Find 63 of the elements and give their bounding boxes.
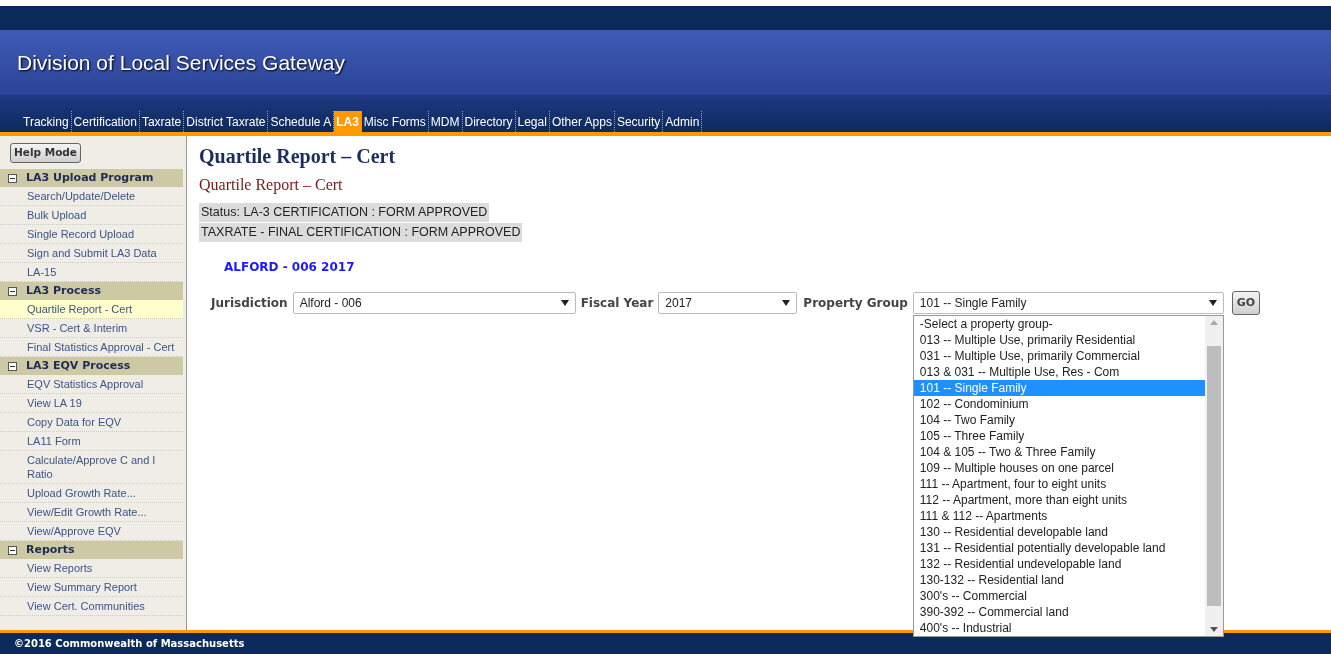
sidebar-section-header[interactable]: LA3 Process xyxy=(0,282,183,300)
sidebar-link[interactable]: VSR - Cert & Interim xyxy=(0,319,183,338)
sidebar-link[interactable]: View Cert. Communities xyxy=(0,597,183,616)
sidebar-link[interactable]: Sign and Submit LA3 Data xyxy=(0,244,183,263)
dropdown-option[interactable]: 013 & 031 -- Multiple Use, Res - Com xyxy=(913,364,1205,380)
dropdown-option[interactable]: 109 -- Multiple houses on one parcel xyxy=(913,460,1205,476)
dropdown-option[interactable]: -Select a property group- xyxy=(913,316,1205,332)
sidebar-link[interactable]: EQV Statistics Approval xyxy=(0,375,183,394)
dropdown-option[interactable]: 013 -- Multiple Use, primarily Residential xyxy=(913,332,1205,348)
status-text: Status: LA-3 CERTIFICATION : FORM APPROVED xyxy=(199,203,490,222)
dropdown-option[interactable]: 031 -- Multiple Use, primarily Commercial xyxy=(913,348,1205,364)
sidebar-link[interactable]: View/Edit Growth Rate... xyxy=(0,503,183,522)
sidebar-link[interactable]: LA11 Form xyxy=(0,432,183,451)
collapse-icon[interactable] xyxy=(8,545,17,555)
dropdown-option[interactable]: 130 -- Residential developable land xyxy=(913,524,1205,540)
collapse-icon[interactable] xyxy=(8,361,17,371)
field-label: Property Group xyxy=(803,295,908,312)
sidebar-link[interactable]: Search/Update/Delete xyxy=(0,187,183,206)
sidebar-section-header[interactable]: Reports xyxy=(0,541,183,559)
sidebar-link[interactable]: Upload Growth Rate... xyxy=(0,484,183,503)
dropdown-option[interactable]: 131 -- Residential potentially developable land xyxy=(913,540,1205,556)
dropdown-option[interactable]: 104 & 105 -- Two & Three Family xyxy=(913,444,1205,460)
scrollbar-thumb[interactable] xyxy=(1206,346,1221,606)
field-label: Jurisdiction xyxy=(211,295,288,312)
copyright-text: ©2016 Commonwealth of Massachusetts xyxy=(14,637,245,651)
status-text: TAXRATE - FINAL CERTIFICATION : FORM APPROVED xyxy=(199,223,523,242)
scrollbar[interactable] xyxy=(1204,316,1223,636)
dropdown-option[interactable]: 111 & 112 -- Apartments xyxy=(913,508,1205,524)
sidebar-link[interactable]: View Summary Report xyxy=(0,578,183,597)
caret-icon xyxy=(1208,300,1217,306)
page-subtitle: Quartile Report – Cert xyxy=(199,175,343,196)
sidebar-link[interactable]: Single Record Upload xyxy=(0,225,183,244)
site-title: Division of Local Services Gateway xyxy=(17,49,345,76)
property-group-select[interactable]: 101 -- Single Family xyxy=(912,292,1224,314)
jurisdiction-heading: ALFORD - 006 2017 xyxy=(224,259,355,276)
dropdown-option[interactable]: 132 -- Residential undevelopable land xyxy=(913,556,1205,572)
sidebar-link[interactable]: Copy Data for EQV xyxy=(0,413,183,432)
dropdown-option[interactable]: 130-132 -- Residential land xyxy=(913,572,1205,588)
sidebar-section-header[interactable]: LA3 EQV Process xyxy=(0,357,183,375)
dropdown-option[interactable]: 104 -- Two Family xyxy=(913,412,1205,428)
sidebar-link[interactable]: View LA 19 xyxy=(0,394,183,413)
field-label: Fiscal Year xyxy=(580,295,654,312)
dropdown-option[interactable]: 112 -- Apartment, more than eight units xyxy=(913,492,1205,508)
sidebar-section-header[interactable]: LA3 Upload Program xyxy=(0,169,183,187)
dropdown-option[interactable]: 400's -- Industrial xyxy=(913,620,1205,636)
dropdown-option[interactable]: 390-392 -- Commercial land xyxy=(913,604,1205,620)
help-mode-button[interactable]: Help Mode xyxy=(10,142,81,163)
collapse-icon[interactable] xyxy=(8,286,17,296)
fiscal-year-select[interactable]: 2017 xyxy=(658,292,798,314)
jurisdiction-select[interactable]: Alford - 006 xyxy=(292,292,576,314)
page-title: Quartile Report – Cert xyxy=(199,144,396,168)
caret-icon xyxy=(782,300,791,306)
dropdown-option[interactable]: 102 -- Condominium xyxy=(913,396,1205,412)
dropdown-option[interactable]: 300's -- Commercial xyxy=(913,588,1205,604)
dropdown-option[interactable]: 105 -- Three Family xyxy=(913,428,1205,444)
sidebar-link[interactable]: Bulk Upload xyxy=(0,206,183,225)
collapse-icon[interactable] xyxy=(8,173,17,183)
dropdown-option[interactable]: 111 -- Apartment, four to eight units xyxy=(913,476,1205,492)
sidebar-link[interactable]: Quartile Report - Cert xyxy=(0,300,183,319)
sidebar-link[interactable]: View Reports xyxy=(0,559,183,578)
go-button[interactable]: GO xyxy=(1231,291,1261,315)
sidebar-link[interactable]: Calculate/Approve C and I Ratio xyxy=(0,451,183,484)
caret-icon xyxy=(560,300,569,306)
